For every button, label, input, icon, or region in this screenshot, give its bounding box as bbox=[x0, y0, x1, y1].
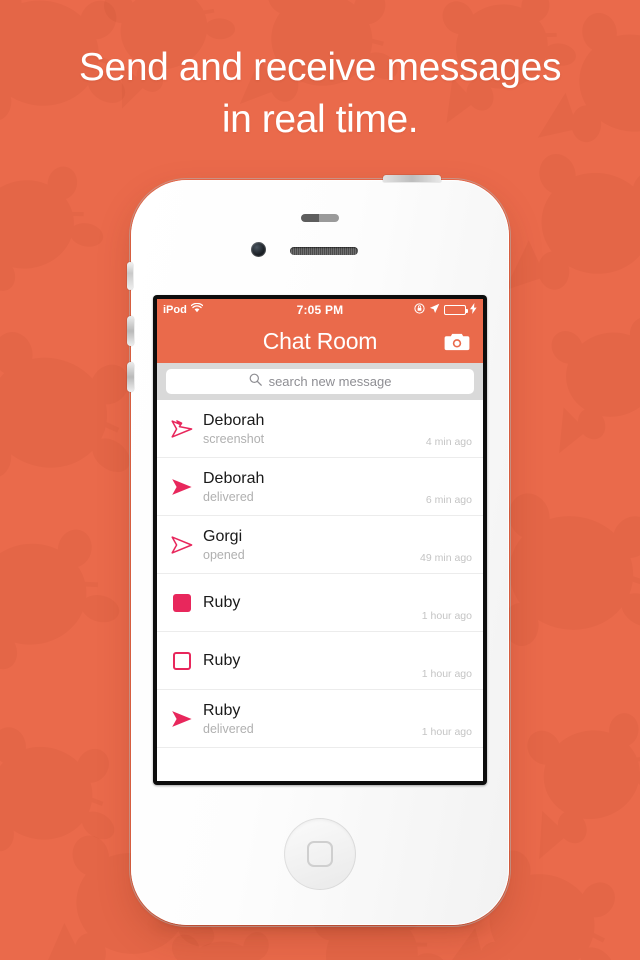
page-title: Chat Room bbox=[262, 328, 378, 354]
search-bar-container: search new message bbox=[157, 363, 483, 400]
home-button[interactable] bbox=[284, 818, 356, 890]
phone-screen: iPod 7:05 PM Chat Room search new messag… bbox=[157, 299, 483, 781]
message-timestamp: 4 min ago bbox=[425, 436, 472, 448]
message-row[interactable]: Ruby 1 hour ago bbox=[157, 574, 483, 632]
arrow-filled-icon bbox=[167, 478, 197, 496]
background-mascot-icon bbox=[0, 496, 134, 694]
search-placeholder: search new message bbox=[268, 374, 392, 389]
rotation-lock-icon bbox=[414, 302, 425, 317]
background-mascot-icon bbox=[498, 123, 640, 326]
message-timestamp: 6 min ago bbox=[425, 494, 472, 506]
home-button-square-icon bbox=[307, 841, 333, 867]
headline-line-2: in real time. bbox=[221, 98, 419, 141]
page-headline: Send and receive messages in real time. bbox=[0, 42, 640, 146]
message-timestamp: 1 hour ago bbox=[421, 610, 472, 622]
arrow-outline-screenshot-icon bbox=[167, 419, 197, 438]
arrow-filled-icon bbox=[167, 710, 197, 728]
lightning-bolt-icon bbox=[470, 302, 477, 317]
message-row[interactable]: Ruby delivered 1 hour ago bbox=[157, 690, 483, 748]
background-mascot-icon bbox=[0, 136, 118, 314]
message-timestamp: 1 hour ago bbox=[421, 726, 472, 738]
proximity-sensor bbox=[301, 214, 339, 222]
screen-bezel: iPod 7:05 PM Chat Room search new messag… bbox=[153, 295, 487, 785]
message-sender-name: Gorgi bbox=[203, 527, 243, 545]
front-camera-icon bbox=[251, 242, 266, 257]
headline-line-1: Send and receive messages bbox=[78, 46, 562, 89]
background-mascot-icon bbox=[526, 286, 640, 464]
message-row[interactable]: Gorgi opened 49 min ago bbox=[157, 516, 483, 574]
message-sender-name: Deborah bbox=[203, 469, 265, 487]
mute-switch[interactable] bbox=[127, 262, 133, 290]
square-filled-icon bbox=[167, 593, 197, 612]
message-row[interactable]: Deborah delivered 6 min ago bbox=[157, 458, 483, 516]
location-arrow-icon bbox=[429, 303, 440, 317]
battery-icon bbox=[444, 304, 468, 315]
search-icon bbox=[249, 373, 262, 391]
message-timestamp: 1 hour ago bbox=[421, 668, 472, 680]
status-bar: iPod 7:05 PM bbox=[157, 299, 483, 320]
message-row[interactable]: Deborah screenshot 4 min ago bbox=[157, 400, 483, 458]
phone-device: iPod 7:05 PM Chat Room search new messag… bbox=[127, 175, 511, 927]
navigation-bar: Chat Room bbox=[157, 320, 483, 363]
volume-down-button[interactable] bbox=[127, 362, 134, 392]
arrow-outline-icon bbox=[167, 535, 197, 554]
message-sender-name: Ruby bbox=[203, 701, 241, 719]
background-mascot-icon bbox=[0, 697, 143, 893]
volume-up-button[interactable] bbox=[127, 316, 134, 346]
status-bar-right bbox=[414, 302, 477, 317]
search-input[interactable]: search new message bbox=[166, 369, 474, 394]
message-list: Deborah screenshot 4 min ago Deborah deliver… bbox=[157, 400, 483, 748]
message-timestamp: 49 min ago bbox=[420, 552, 472, 564]
background-mascot-icon bbox=[500, 680, 640, 871]
earpiece-speaker bbox=[290, 247, 358, 255]
power-button[interactable] bbox=[383, 175, 441, 182]
square-outline-icon bbox=[167, 651, 197, 670]
message-sender-name: Deborah bbox=[203, 411, 265, 429]
camera-icon[interactable] bbox=[444, 331, 470, 352]
message-row[interactable]: Ruby 1 hour ago bbox=[157, 632, 483, 690]
